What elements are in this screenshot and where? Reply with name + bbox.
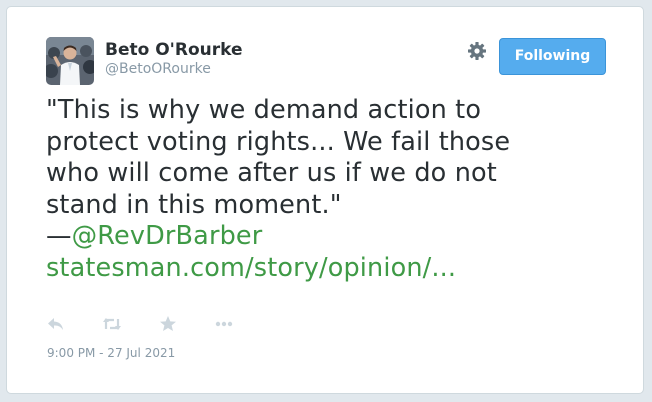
- tweet-text-line: stand in this moment.": [46, 189, 342, 220]
- following-button[interactable]: Following: [499, 38, 606, 75]
- star-icon[interactable]: [158, 314, 178, 334]
- reply-icon[interactable]: [46, 314, 66, 334]
- tweet-text-line: protect voting rights... We fail those: [46, 126, 511, 157]
- tweet-text: "This is why we demand action to protect…: [46, 95, 606, 284]
- mention-line: —@RevDrBarber: [46, 221, 606, 253]
- author-name[interactable]: Beto O'Rourke: [105, 40, 243, 60]
- tweet-timestamp[interactable]: 9:00 PM - 27 Jul 2021: [47, 346, 175, 360]
- tweet-text-line: "This is why we demand action to: [46, 95, 482, 125]
- tweet-card: Beto O'Rourke @BetoORourke Following "Th…: [6, 6, 644, 394]
- author-handle[interactable]: @BetoORourke: [105, 61, 211, 77]
- more-icon[interactable]: [214, 314, 234, 334]
- em-dash: —: [46, 221, 72, 251]
- url-line: statesman.com/story/opinion/...: [46, 253, 606, 285]
- gear-icon[interactable]: [467, 41, 487, 61]
- avatar[interactable]: [46, 37, 94, 85]
- retweet-icon[interactable]: [102, 314, 122, 334]
- tweet-text-line: who will come after us if we do not: [46, 158, 497, 188]
- article-link[interactable]: statesman.com/story/opinion/...: [46, 253, 456, 283]
- mention-link[interactable]: @RevDrBarber: [72, 221, 263, 251]
